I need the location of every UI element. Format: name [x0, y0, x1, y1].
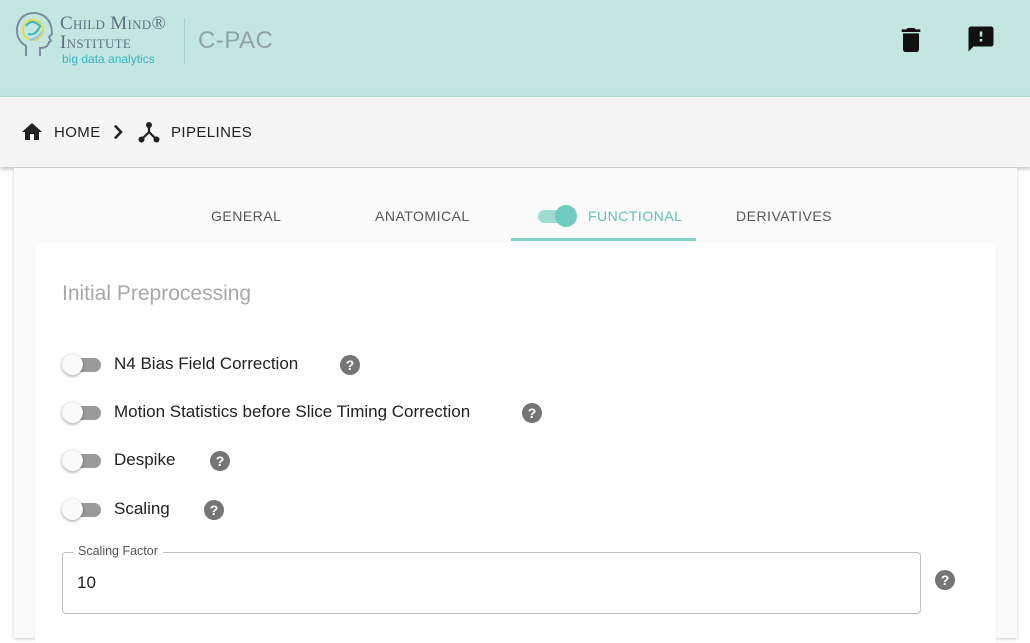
help-icon[interactable]: ? — [210, 451, 230, 471]
pipeline-icon — [138, 122, 160, 143]
breadcrumb-home-label: HOME — [54, 123, 101, 141]
app-title: C-PAC — [198, 27, 274, 54]
help-icon[interactable]: ? — [935, 570, 955, 590]
pipeline-editor: GENERAL ANATOMICAL FUNCTIONAL DERIVATIVE… — [14, 168, 1017, 643]
breadcrumb: HOME PIPELINES — [0, 97, 1030, 167]
breadcrumb-pipelines-label: PIPELINES — [171, 123, 253, 141]
scaling-factor-label: Scaling Factor — [73, 544, 163, 558]
app-bar: Child Mind® Institute big data analytics… — [0, 0, 1030, 97]
switch-thumb — [62, 450, 83, 471]
despike-switch[interactable] — [62, 449, 104, 473]
help-icon[interactable]: ? — [522, 403, 542, 423]
option-label: Scaling — [114, 499, 170, 518]
delete-button[interactable] — [895, 24, 927, 56]
motion-statistics-switch[interactable] — [62, 401, 104, 425]
n4-bias-field-correction-switch[interactable] — [62, 353, 104, 377]
help-icon[interactable]: ? — [340, 355, 360, 375]
tab-anatomical[interactable]: ANATOMICAL — [375, 208, 470, 224]
section-title: Initial Preprocessing — [62, 282, 252, 305]
tab-general[interactable]: GENERAL — [211, 208, 281, 224]
trash-icon — [901, 28, 921, 52]
switch-thumb — [555, 205, 577, 227]
option-label: N4 Bias Field Correction — [114, 354, 299, 373]
active-tab-indicator — [511, 238, 696, 241]
switch-thumb — [62, 402, 83, 423]
chevron-right-icon — [114, 124, 123, 140]
switch-thumb — [62, 354, 83, 375]
tab-functional[interactable]: FUNCTIONAL — [511, 193, 696, 241]
feedback-button[interactable] — [966, 24, 998, 56]
help-icon[interactable]: ? — [204, 500, 224, 520]
head-profile-icon — [15, 11, 54, 56]
brand-divider — [184, 18, 185, 64]
functional-enable-switch[interactable] — [538, 204, 578, 228]
home-icon — [22, 123, 42, 140]
tab-bar: GENERAL ANATOMICAL FUNCTIONAL DERIVATIVE… — [14, 168, 1017, 243]
scaling-factor-input[interactable] — [77, 573, 897, 593]
tab-derivatives[interactable]: DERIVATIVES — [736, 208, 832, 224]
logo-line-2: Institute — [60, 32, 132, 53]
option-label: Despike — [114, 450, 176, 469]
switch-thumb — [62, 499, 83, 520]
logo-line-1: Child Mind® — [60, 13, 167, 34]
feedback-icon — [968, 26, 994, 52]
breadcrumb-pipelines[interactable]: PIPELINES — [137, 120, 252, 144]
scaling-factor-field: Scaling Factor — [62, 544, 921, 614]
scaling-switch[interactable] — [62, 498, 104, 522]
option-label: Motion Statistics before Slice Timing Co… — [114, 402, 471, 421]
child-mind-institute-logo[interactable]: Child Mind® Institute big data analytics — [14, 10, 174, 68]
initial-preprocessing-card: Initial Preprocessing N4 Bias Field Corr… — [35, 243, 996, 643]
tab-functional-label: FUNCTIONAL — [588, 208, 683, 224]
breadcrumb-home[interactable]: HOME — [20, 120, 101, 144]
logo-line-3: big data analytics — [62, 52, 155, 66]
